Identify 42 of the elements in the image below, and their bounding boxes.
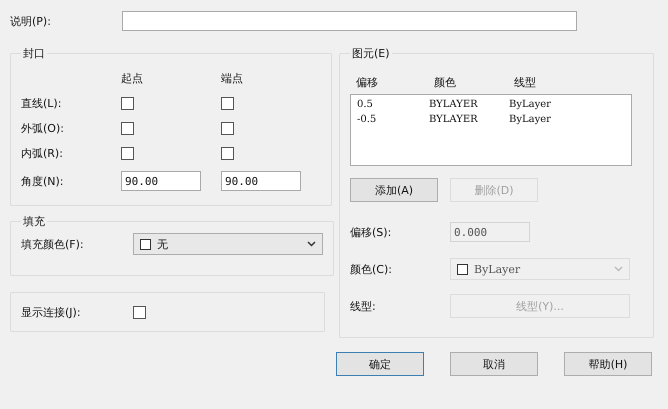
color-label: 颜色(C): <box>350 262 393 276</box>
checkbox[interactable] <box>121 122 134 135</box>
chevron-down-icon <box>307 241 316 247</box>
list-cell-text: BYLAYER <box>429 114 479 125</box>
checkbox[interactable] <box>221 97 234 110</box>
fill-group-title: 填充 <box>22 214 46 229</box>
angle-field[interactable]: 90.00 <box>221 171 301 191</box>
elements-list[interactable]: 0.5 BYLAYER ByLayer -0.5 BYLAYER ByLayer <box>350 94 632 166</box>
list-cell-text: 0.5 <box>357 99 374 110</box>
list-cell-text: ByLayer <box>509 114 552 125</box>
checkbox[interactable] <box>133 306 146 319</box>
caps-row-label: 角度(N): <box>21 174 65 188</box>
description-label: 说明(P): <box>10 14 52 28</box>
list-cell-text: ByLayer <box>509 99 552 110</box>
fill-color-dropdown[interactable]: 无 <box>133 233 323 255</box>
column-header: 线型 <box>514 75 537 90</box>
description-field[interactable] <box>122 11 577 31</box>
list-cell-text: BYLAYER <box>429 99 479 110</box>
column-header: 起点 <box>121 71 144 86</box>
column-header: 端点 <box>221 71 244 86</box>
caps-row-label: 外弧(O): <box>21 121 65 136</box>
show-joints-label: 显示连接(J): <box>21 305 82 320</box>
caps-group-title: 封口 <box>22 46 46 61</box>
dialog-button[interactable]: 帮助(H) <box>564 352 652 376</box>
caps-row-label: 内弧(R): <box>21 146 64 161</box>
dialog-button[interactable]: 取消 <box>450 352 538 376</box>
list-cell-text: -0.5 <box>357 114 378 125</box>
dialog-button[interactable]: 确定 <box>336 352 424 376</box>
checkbox[interactable] <box>221 147 234 160</box>
checkbox[interactable] <box>121 97 134 110</box>
column-header: 偏移 <box>356 75 379 90</box>
column-header: 颜色 <box>434 75 457 90</box>
fill-color-label: 填充颜色(F): <box>21 236 85 252</box>
add-button[interactable]: 添加(A) <box>350 178 438 202</box>
angle-field[interactable]: 90.00 <box>121 171 201 191</box>
checkbox[interactable] <box>221 122 234 135</box>
linetype-label: 线型: <box>350 298 377 314</box>
caps-row-label: 直线(L): <box>21 96 62 111</box>
checkbox[interactable] <box>121 147 134 160</box>
chevron-down-icon <box>614 266 623 272</box>
offset-label: 偏移(S): <box>350 224 392 240</box>
elements-group-title: 图元(E) <box>351 46 391 61</box>
